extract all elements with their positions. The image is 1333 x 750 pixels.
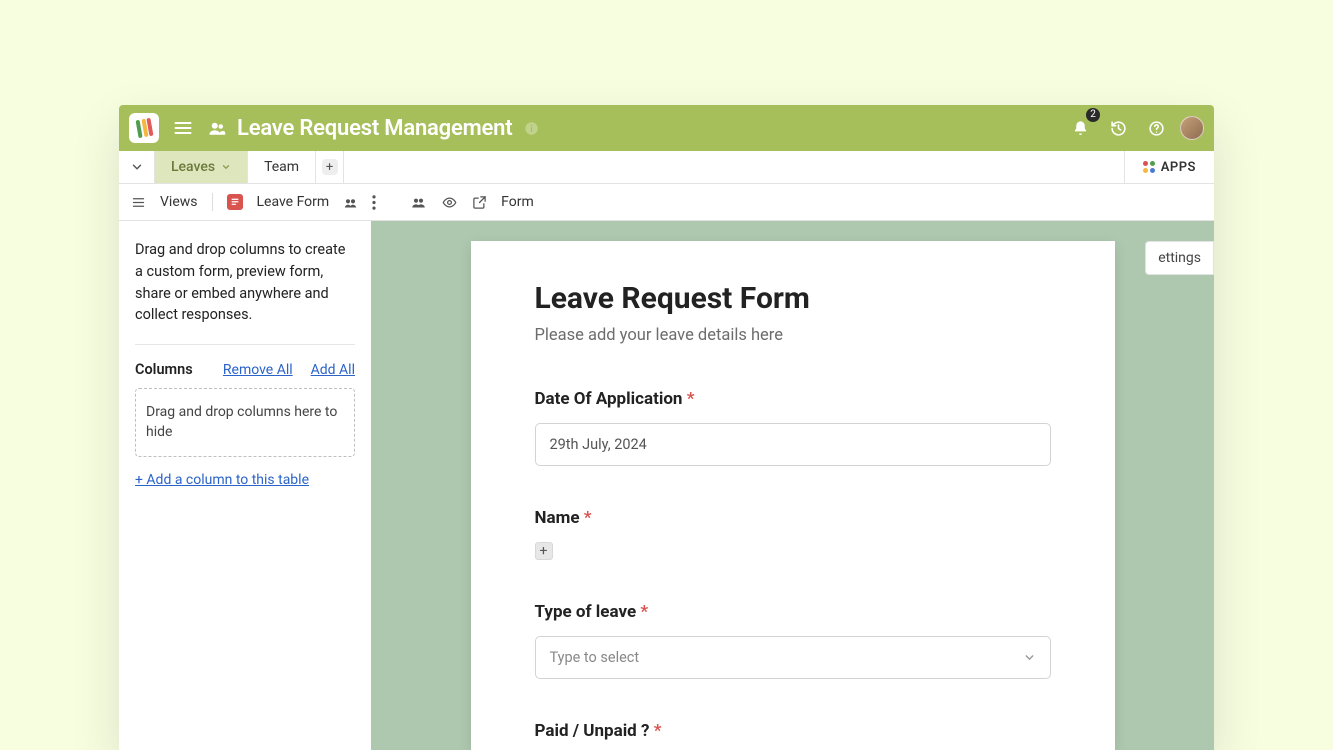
columns-heading: Columns: [135, 361, 205, 378]
help-button[interactable]: [1142, 114, 1170, 142]
required-marker: *: [640, 602, 648, 622]
body: Drag and drop columns to create a custom…: [119, 221, 1214, 750]
apps-icon: [1143, 161, 1155, 173]
list-icon: [131, 195, 146, 210]
field-label: Type of leave *: [535, 602, 1051, 622]
chevron-down-icon: [1023, 651, 1036, 664]
form-canvas: ettings Leave Request Form Please add yo…: [371, 221, 1214, 750]
add-column-link[interactable]: + Add a column to this table: [135, 472, 309, 488]
form-view-icon: [227, 194, 243, 210]
tabs-expand-button[interactable]: [119, 151, 155, 183]
form-button[interactable]: Form: [501, 194, 534, 210]
select-placeholder: Type to select: [550, 649, 640, 666]
tab-label: Team: [264, 159, 299, 175]
app-window: Leave Request Management 2 Leaves Team: [119, 105, 1214, 750]
hide-columns-dropzone[interactable]: Drag and drop columns here to hide: [135, 388, 355, 457]
tab-leaves[interactable]: Leaves: [155, 151, 248, 183]
panel-description: Drag and drop columns to create a custom…: [135, 239, 355, 326]
required-marker: *: [654, 721, 662, 741]
required-marker: *: [584, 508, 592, 528]
share-view-icon[interactable]: [343, 195, 358, 210]
apps-button[interactable]: APPS: [1125, 151, 1214, 183]
info-icon[interactable]: [522, 114, 540, 142]
history-button[interactable]: [1104, 114, 1132, 142]
view-name[interactable]: Leave Form: [257, 194, 330, 210]
views-button[interactable]: Views: [160, 194, 198, 210]
preview-icon[interactable]: [441, 195, 458, 210]
type-select[interactable]: Type to select: [535, 636, 1051, 679]
divider: [212, 193, 213, 211]
hamburger-menu-button[interactable]: [169, 114, 197, 142]
topbar: Leave Request Management 2: [119, 105, 1214, 151]
page-title: Leave Request Management: [237, 116, 512, 141]
form-subtitle[interactable]: Please add your leave details here: [535, 326, 1051, 345]
chevron-down-icon: [221, 162, 231, 172]
field-label: Paid / Unpaid ? *: [535, 721, 1051, 741]
toolbar: Views Leave Form Form: [119, 184, 1214, 221]
tab-label: Leaves: [171, 159, 215, 175]
notification-badge: 2: [1086, 108, 1100, 122]
notifications-button[interactable]: 2: [1066, 114, 1094, 142]
settings-button[interactable]: ettings: [1145, 241, 1214, 275]
add-tab-button[interactable]: +: [316, 151, 344, 183]
required-marker: *: [687, 389, 695, 409]
date-input[interactable]: [535, 423, 1051, 466]
field-paid: Paid / Unpaid ? * Paid: [535, 721, 1051, 750]
field-name: Name * +: [535, 508, 1051, 560]
export-icon[interactable]: [472, 195, 487, 210]
field-date: Date Of Application *: [535, 389, 1051, 466]
form-title[interactable]: Leave Request Form: [535, 281, 1051, 316]
field-label: Name *: [535, 508, 1051, 528]
avatar[interactable]: [1180, 116, 1204, 140]
users-icon[interactable]: [207, 114, 227, 142]
tab-row: Leaves Team + APPS: [119, 151, 1214, 184]
side-panel: Drag and drop columns to create a custom…: [119, 221, 371, 750]
plus-icon: +: [322, 159, 338, 175]
apps-label: APPS: [1161, 160, 1196, 175]
field-label: Date Of Application *: [535, 389, 1051, 409]
add-name-button[interactable]: +: [535, 542, 553, 560]
add-all-link[interactable]: Add All: [311, 362, 355, 378]
field-type: Type of leave * Type to select: [535, 602, 1051, 679]
more-menu-icon[interactable]: [372, 195, 376, 210]
divider: [135, 344, 355, 345]
form-card: Leave Request Form Please add your leave…: [471, 241, 1115, 750]
remove-all-link[interactable]: Remove All: [223, 362, 293, 378]
tab-team[interactable]: Team: [248, 151, 316, 183]
collaborators-icon[interactable]: [410, 195, 427, 210]
app-logo[interactable]: [129, 113, 159, 143]
